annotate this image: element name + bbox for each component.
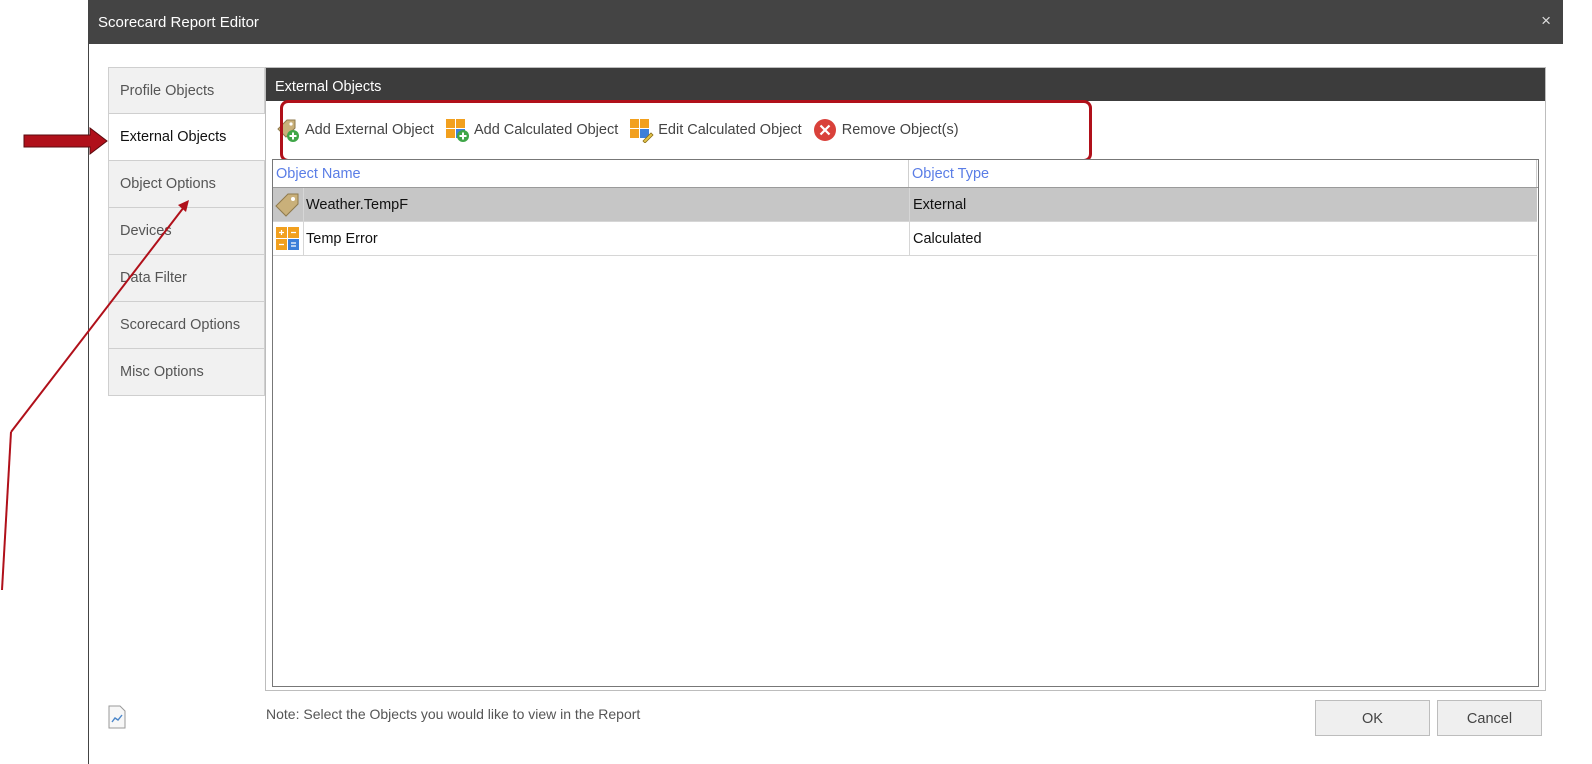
- panel-header: External Objects: [266, 68, 1545, 101]
- object-name-cell: Weather.TempF: [306, 197, 409, 213]
- footer-note: Note: Select the Objects you would like …: [266, 706, 641, 722]
- annotation-pointer-line: [1, 431, 12, 591]
- object-name-cell: Temp Error: [306, 231, 378, 247]
- edit-calculated-object-button[interactable]: Edit Calculated Object: [628, 117, 802, 143]
- close-icon[interactable]: ×: [1541, 11, 1551, 31]
- add-calculator-icon: [445, 119, 469, 142]
- add-calculated-object-label: Add Calculated Object: [473, 122, 619, 138]
- calculator-icon: [276, 227, 299, 250]
- objects-grid: Object Name Object Type Weather.TempF Ex…: [272, 159, 1539, 687]
- tab-external-objects[interactable]: External Objects: [108, 114, 267, 161]
- add-tag-icon: [277, 119, 299, 142]
- object-type-cell: Calculated: [909, 222, 1533, 255]
- tab-devices[interactable]: Devices: [108, 208, 265, 255]
- column-header-object-name[interactable]: Object Name: [273, 160, 909, 187]
- tab-misc-options[interactable]: Misc Options: [108, 349, 265, 396]
- tab-profile-objects[interactable]: Profile Objects: [108, 67, 265, 114]
- add-external-object-button[interactable]: Add External Object: [275, 117, 434, 143]
- title-bar: Scorecard Report Editor ×: [89, 0, 1563, 44]
- table-row[interactable]: Weather.TempF External: [273, 188, 1537, 222]
- toolbar: Add External Object Add Calculated Objec…: [275, 102, 969, 158]
- add-calculated-object-button[interactable]: Add Calculated Object: [444, 117, 618, 143]
- report-icon: [108, 705, 126, 729]
- add-external-object-label: Add External Object: [305, 122, 434, 138]
- external-objects-panel: External Objects Add External Object Add…: [265, 67, 1546, 691]
- row-separator: [303, 188, 304, 221]
- grid-header: Object Name Object Type: [273, 160, 1538, 188]
- tab-data-filter[interactable]: Data Filter: [108, 255, 265, 302]
- tab-scorecard-options[interactable]: Scorecard Options: [108, 302, 265, 349]
- edit-calculator-icon: [630, 119, 654, 143]
- edit-calculated-object-label: Edit Calculated Object: [658, 122, 802, 138]
- remove-objects-label: Remove Object(s): [841, 122, 959, 138]
- remove-icon: [813, 119, 836, 141]
- tag-icon: [275, 193, 299, 217]
- table-row[interactable]: Temp Error Calculated: [273, 222, 1537, 256]
- column-header-object-type[interactable]: Object Type: [909, 160, 1537, 187]
- side-tabs: Profile Objects External Objects Object …: [108, 67, 267, 396]
- object-type-cell: External: [909, 188, 1533, 221]
- tab-object-options[interactable]: Object Options: [108, 161, 265, 208]
- cancel-button[interactable]: Cancel: [1437, 700, 1542, 736]
- remove-objects-button[interactable]: Remove Object(s): [812, 117, 959, 143]
- scorecard-report-editor-window: Scorecard Report Editor × Profile Object…: [88, 0, 1563, 764]
- window-title: Scorecard Report Editor: [98, 14, 259, 31]
- ok-button[interactable]: OK: [1315, 700, 1430, 736]
- row-separator: [303, 222, 304, 255]
